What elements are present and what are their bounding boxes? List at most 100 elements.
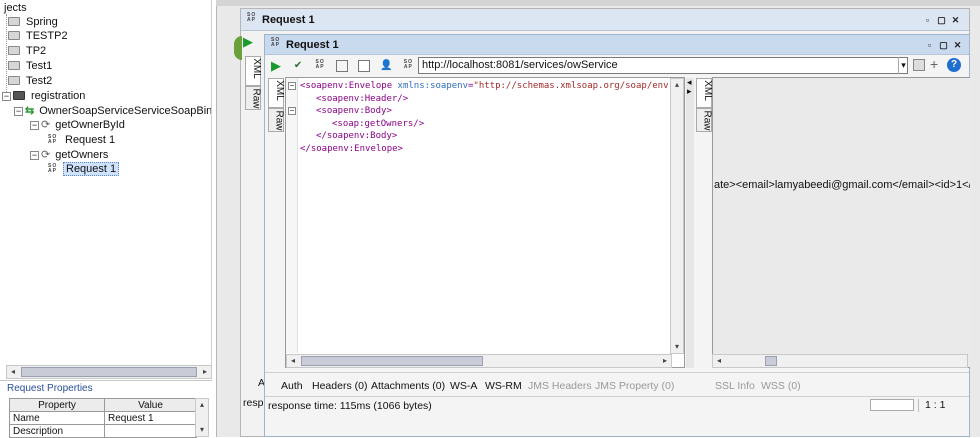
tab-ws-a[interactable]: WS-A bbox=[450, 380, 477, 392]
outer-window-title: Request 1 bbox=[262, 14, 315, 26]
scroll-up-icon[interactable]: ▴ bbox=[671, 79, 683, 91]
xml-line: <soapenv:Body> bbox=[300, 105, 670, 118]
tree-request-1a[interactable]: SO AP Request 1 bbox=[48, 133, 117, 147]
xml-token: <soap:getOwners/> bbox=[332, 118, 425, 129]
minimize-icon[interactable]: ▫ bbox=[924, 40, 935, 51]
xml-token: xmlns:soapenv bbox=[397, 81, 468, 91]
scroll-right-icon[interactable]: ▸ bbox=[659, 355, 671, 367]
folder-icon bbox=[8, 46, 20, 55]
soap-request-icon: SO AP bbox=[48, 163, 58, 174]
status-progress-box bbox=[870, 399, 914, 411]
tab-auth[interactable]: Auth bbox=[281, 380, 303, 392]
soap-icon-button[interactable]: SO AP bbox=[402, 60, 414, 72]
user-icon[interactable]: 👤 bbox=[380, 60, 392, 72]
scroll-thumb[interactable] bbox=[21, 367, 197, 377]
col-property[interactable]: Property bbox=[9, 398, 105, 412]
project-tree[interactable]: jects Spring TESTP2 TP2 Test1 Test2 − reg… bbox=[0, 0, 212, 365]
editor-gutter bbox=[286, 78, 298, 353]
outer-play-icon[interactable]: ▶ bbox=[243, 34, 259, 50]
request-tab-xml[interactable]: XML bbox=[268, 78, 285, 108]
scroll-left-icon[interactable]: ◂ bbox=[287, 355, 299, 367]
tree-operation-getownerbyid[interactable]: − ⟳ getOwnerById bbox=[30, 118, 127, 132]
tab-wss[interactable]: WSS (0) bbox=[761, 380, 801, 392]
soap-icon-button[interactable]: SO AP bbox=[314, 60, 326, 72]
tree-project-tp2[interactable]: TP2 bbox=[8, 44, 48, 58]
maximize-icon[interactable]: ▢ bbox=[936, 15, 947, 26]
scroll-thumb[interactable] bbox=[765, 356, 777, 366]
tree-project-test2[interactable]: Test2 bbox=[8, 74, 54, 88]
properties-table: Property Value Name Request 1 Descriptio… bbox=[9, 398, 197, 438]
endpoint-url-input[interactable]: http://localhost:8081/services/owService bbox=[418, 57, 908, 74]
scroll-up-icon[interactable]: ▴ bbox=[196, 399, 208, 411]
request-vertical-scrollbar[interactable]: ▴ ▾ bbox=[670, 78, 684, 354]
response-xml-content[interactable]: ate><email>lamyabeedi@gmail.com</email><… bbox=[714, 179, 970, 192]
response-horizontal-scrollbar[interactable]: ◂ bbox=[712, 354, 968, 368]
outer-tab-xml[interactable]: XML bbox=[245, 56, 262, 86]
request-horizontal-scrollbar[interactable]: ◂ ▸ bbox=[286, 354, 672, 368]
folder-icon bbox=[8, 17, 20, 26]
outer-window-titlebar[interactable]: SO AP Request 1 ▫ ▢ ✕ bbox=[241, 9, 969, 31]
col-value[interactable]: Value bbox=[104, 398, 197, 412]
soap-request-icon: SO AP bbox=[48, 134, 58, 145]
collapse-toggle[interactable]: − bbox=[2, 92, 11, 101]
tree-project-registration[interactable]: − registration bbox=[2, 89, 87, 103]
tree-project-test1[interactable]: Test1 bbox=[8, 59, 54, 73]
scroll-left-icon[interactable]: ◂ bbox=[7, 366, 19, 378]
split-right-icon[interactable]: ▸ bbox=[687, 87, 692, 96]
properties-scrollbar[interactable]: ▴ ▾ bbox=[195, 398, 209, 437]
tab-ws-rm[interactable]: WS-RM bbox=[485, 380, 522, 392]
tree-horizontal-scrollbar[interactable]: ◂ ▸ bbox=[6, 365, 212, 379]
fold-toggle[interactable]: − bbox=[288, 82, 296, 90]
edit-endpoint-icon[interactable] bbox=[913, 59, 925, 71]
editor-splitter[interactable] bbox=[686, 78, 694, 368]
response-tab-xml[interactable]: XML bbox=[696, 78, 713, 108]
operation-icon: ⟳ bbox=[41, 119, 51, 131]
folder-icon bbox=[8, 61, 20, 70]
tab-ssl-info[interactable]: SSL Info bbox=[715, 380, 755, 392]
outer-tab-raw[interactable]: Raw bbox=[245, 86, 262, 110]
request-tab-raw[interactable]: Raw bbox=[268, 108, 285, 132]
collapse-toggle[interactable]: − bbox=[30, 121, 39, 130]
tree-project-spring[interactable]: Spring bbox=[8, 15, 60, 29]
outer-side-indicator bbox=[234, 36, 242, 60]
collapse-toggle[interactable]: − bbox=[14, 107, 23, 116]
response-tab-raw[interactable]: Raw bbox=[696, 108, 713, 132]
collapse-toggle[interactable]: − bbox=[30, 151, 39, 160]
soap-request-icon: SO AP bbox=[247, 12, 257, 23]
tree-operation-getowners[interactable]: − ⟳ getOwners bbox=[30, 148, 110, 162]
table-row[interactable]: Name Request 1 bbox=[9, 411, 197, 425]
endpoint-dropdown-icon[interactable]: ▾ bbox=[898, 57, 908, 74]
tab-jms-property[interactable]: JMS Property (0) bbox=[595, 380, 674, 392]
binding-icon: ⇆ bbox=[25, 105, 35, 117]
tab-jms-headers[interactable]: JMS Headers bbox=[528, 380, 592, 392]
close-icon[interactable]: ✕ bbox=[950, 15, 961, 26]
tree-project-testp2[interactable]: TESTP2 bbox=[8, 29, 70, 43]
close-icon[interactable]: ✕ bbox=[952, 40, 963, 51]
format-button[interactable] bbox=[336, 60, 349, 73]
scroll-right-icon[interactable]: ▸ bbox=[199, 366, 211, 378]
scroll-thumb[interactable] bbox=[301, 356, 483, 366]
minimize-icon[interactable]: ▫ bbox=[922, 15, 933, 26]
submit-request-button[interactable]: ▶ bbox=[270, 59, 282, 72]
inner-window-titlebar[interactable]: SO AP Request 1 ▫ ▢ ✕ bbox=[265, 35, 969, 55]
tab-attachments[interactable]: Attachments (0) bbox=[371, 380, 445, 392]
tree-request-1b[interactable]: SO AP Request 1 bbox=[48, 162, 120, 176]
properties-title: Request Properties bbox=[7, 383, 93, 394]
splitter-arrows[interactable]: ◂ ▸ bbox=[687, 78, 692, 96]
maximize-icon[interactable]: ▢ bbox=[938, 40, 949, 51]
request-xml-content[interactable]: <soapenv:Envelope xmlns:soapenv="http://… bbox=[300, 80, 670, 350]
fold-toggle[interactable]: − bbox=[288, 107, 296, 115]
scroll-left-icon[interactable]: ◂ bbox=[713, 355, 725, 367]
checkbox-button[interactable] bbox=[358, 60, 371, 73]
validate-button[interactable]: ✔ bbox=[292, 60, 304, 72]
xml-token: "http://schemas.xmlsoap.org/soap/env bbox=[473, 81, 669, 91]
tab-headers[interactable]: Headers (0) bbox=[312, 380, 367, 392]
table-row[interactable]: Description bbox=[9, 424, 197, 438]
add-endpoint-icon[interactable]: + bbox=[930, 56, 938, 72]
scroll-down-icon[interactable]: ▾ bbox=[196, 424, 208, 436]
help-icon[interactable]: ? bbox=[947, 58, 961, 72]
scroll-down-icon[interactable]: ▾ bbox=[671, 341, 683, 353]
response-xml-viewer[interactable] bbox=[712, 77, 970, 368]
xml-line: </soapenv:Envelope> bbox=[300, 143, 670, 156]
tree-binding[interactable]: −⇆OwnerSoapServiceServiceSoapBinding bbox=[14, 104, 211, 118]
